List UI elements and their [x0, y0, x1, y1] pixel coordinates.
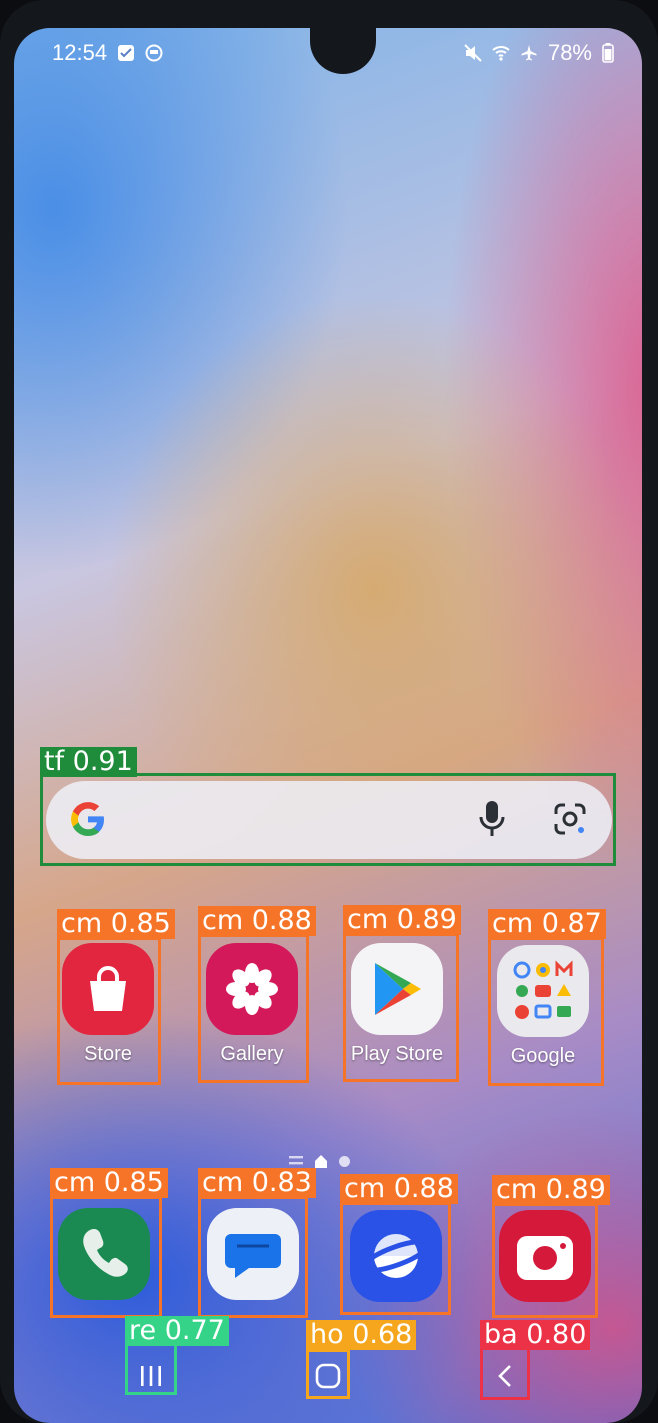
battery-percentage: 78% — [547, 40, 592, 65]
status-bar: 12:54 78% — [52, 40, 614, 70]
detection-label: cm 0.83 — [198, 1168, 316, 1198]
detection-label: ba 0.80 — [480, 1320, 591, 1350]
battery-icon — [602, 43, 614, 63]
wifi-icon — [492, 46, 510, 61]
detection-box-textfield — [40, 773, 616, 866]
menu-lines-icon — [289, 1156, 303, 1165]
detection-label: tf 0.91 — [40, 747, 137, 777]
checkbox-notification-icon — [118, 45, 135, 61]
detection-label: ho 0.68 — [306, 1320, 417, 1350]
detection-box-icon — [198, 934, 309, 1083]
detection-box-icon — [50, 1196, 162, 1318]
detection-label: cm 0.88 — [198, 906, 316, 936]
detection-box-icon — [340, 1202, 451, 1315]
detection-box-icon — [343, 933, 459, 1082]
status-time: 12:54 — [52, 40, 108, 65]
detection-box-recents — [125, 1343, 177, 1395]
detection-box-back — [480, 1347, 530, 1400]
airplane-icon — [521, 45, 537, 61]
detection-box-icon — [488, 937, 604, 1086]
detection-label: cm 0.89 — [492, 1175, 610, 1205]
detection-label: re 0.77 — [125, 1316, 229, 1346]
page-dot — [339, 1155, 350, 1167]
detection-label: cm 0.85 — [57, 909, 175, 939]
detection-label: cm 0.88 — [340, 1174, 458, 1204]
home-page-dot-icon — [315, 1155, 327, 1168]
mute-icon — [464, 44, 482, 62]
detection-box-icon — [492, 1203, 598, 1318]
detection-box-home — [306, 1349, 350, 1399]
detection-box-icon — [198, 1196, 308, 1318]
detection-label: cm 0.85 — [50, 1168, 168, 1198]
detection-label: cm 0.89 — [343, 905, 461, 935]
app-notification-icon — [145, 44, 163, 62]
detection-box-icon — [57, 937, 161, 1085]
detection-label: cm 0.87 — [488, 909, 606, 939]
